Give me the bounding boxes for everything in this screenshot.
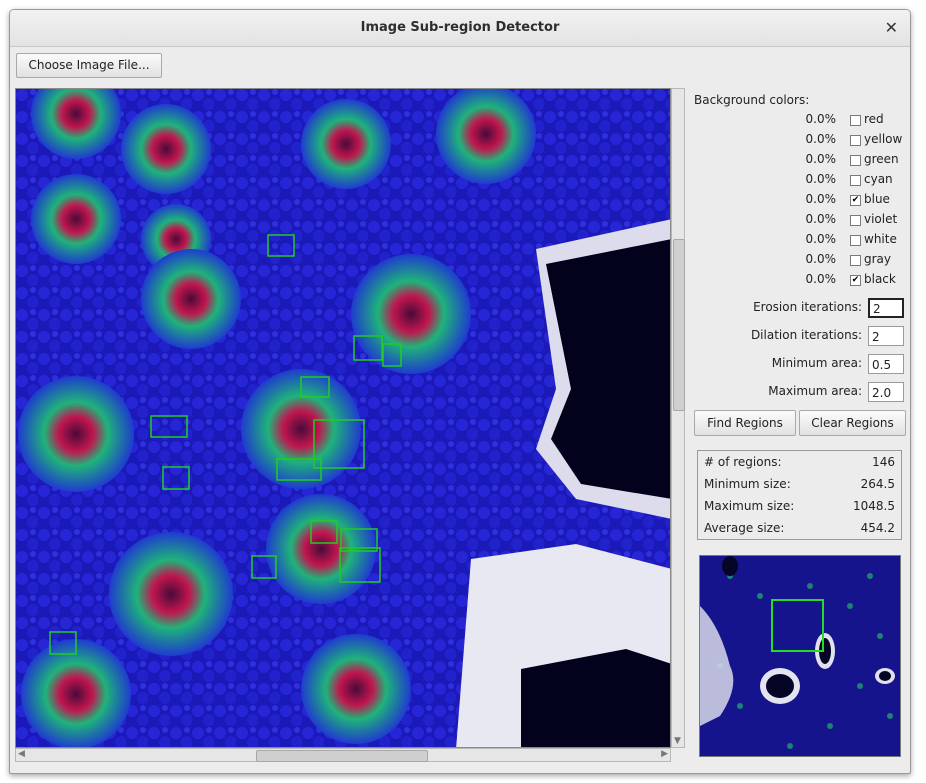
vertical-scroll-thumb[interactable] [673, 239, 685, 411]
maximum-area-input[interactable]: 2.0 [868, 382, 904, 402]
stat-row-count: # of regions: 146 [704, 455, 895, 473]
maximum-area-label: Maximum area: [768, 384, 862, 398]
checkbox-label-gray: gray [864, 252, 892, 266]
checkbox-label-blue: blue [864, 192, 890, 206]
checkbox-label-violet: violet [864, 212, 898, 226]
region-stats-panel: # of regions: 146 Minimum size: 264.5 Ma… [697, 450, 902, 540]
minimum-area-input[interactable]: 0.5 [868, 354, 904, 374]
stat-value: 454.2 [860, 521, 895, 535]
image-canvas[interactable] [15, 88, 671, 748]
checkbox-white[interactable] [850, 235, 861, 246]
stat-row-avg-size: Average size: 454.2 [704, 521, 895, 539]
horizontal-scrollbar[interactable]: ◀ ▶ [15, 748, 671, 762]
dilation-label: Dilation iterations: [750, 328, 862, 342]
bg-color-percent: 0.0% [805, 172, 837, 186]
scroll-right-icon[interactable]: ▶ [661, 749, 668, 759]
find-regions-button[interactable]: Find Regions [694, 410, 796, 436]
bg-color-percent: 0.0% [805, 132, 837, 146]
window-title: Image Sub-region Detector [360, 20, 560, 35]
erosion-label: Erosion iterations: [753, 300, 862, 314]
checkbox-label-green: green [864, 152, 899, 166]
scroll-down-icon[interactable]: ▼ [674, 736, 681, 746]
checkbox-violet[interactable] [850, 215, 861, 226]
checkbox-label-white: white [864, 232, 897, 246]
stat-label: Minimum size: [704, 477, 791, 491]
checkbox-gray[interactable] [850, 255, 861, 266]
stat-value: 1048.5 [853, 499, 895, 513]
background-colors-heading: Background colors: [694, 93, 810, 107]
checkbox-green[interactable] [850, 155, 861, 166]
clear-regions-button[interactable]: Clear Regions [799, 410, 906, 436]
checkbox-label-yellow: yellow [864, 132, 903, 146]
bg-color-percent: 0.0% [805, 252, 837, 266]
checkbox-label-black: black [864, 272, 896, 286]
checkbox-yellow[interactable] [850, 135, 861, 146]
overview-thumbnail[interactable] [699, 555, 901, 757]
bg-color-percent: 0.0% [805, 112, 837, 126]
stat-value: 264.5 [860, 477, 895, 491]
stat-row-max-size: Maximum size: 1048.5 [704, 499, 895, 517]
bg-color-percent: 0.0% [805, 272, 837, 286]
bg-color-percent: 0.0% [805, 152, 837, 166]
title-bar: Image Sub-region Detector ✕ [10, 10, 910, 47]
app-window: Image Sub-region Detector ✕ Choose Image… [9, 9, 911, 774]
bg-color-percent: 0.0% [805, 232, 837, 246]
checkbox-label-red: red [864, 112, 884, 126]
bg-color-percent: 0.0% [805, 192, 837, 206]
stat-label: Average size: [704, 521, 785, 535]
checkbox-cyan[interactable] [850, 175, 861, 186]
scroll-left-icon[interactable]: ◀ [18, 749, 25, 759]
tissue-image [16, 89, 670, 747]
overview-image [700, 556, 900, 756]
stat-value: 146 [872, 455, 895, 469]
stat-row-min-size: Minimum size: 264.5 [704, 477, 895, 495]
checkbox-blue[interactable]: ✔ [850, 195, 861, 206]
checkbox-label-cyan: cyan [864, 172, 893, 186]
vertical-scrollbar[interactable]: ▼ [671, 88, 685, 748]
close-icon[interactable]: ✕ [885, 18, 898, 37]
choose-image-file-button[interactable]: Choose Image File... [16, 53, 162, 78]
bg-color-percent: 0.0% [805, 212, 837, 226]
checkbox-black[interactable]: ✔ [850, 275, 861, 286]
erosion-iterations-input[interactable]: 2 [868, 298, 904, 318]
stat-label: Maximum size: [704, 499, 795, 513]
dilation-iterations-input[interactable]: 2 [868, 326, 904, 346]
stat-label: # of regions: [704, 455, 782, 469]
minimum-area-label: Minimum area: [771, 356, 862, 370]
checkbox-red[interactable] [850, 115, 861, 126]
horizontal-scroll-thumb[interactable] [256, 750, 428, 762]
